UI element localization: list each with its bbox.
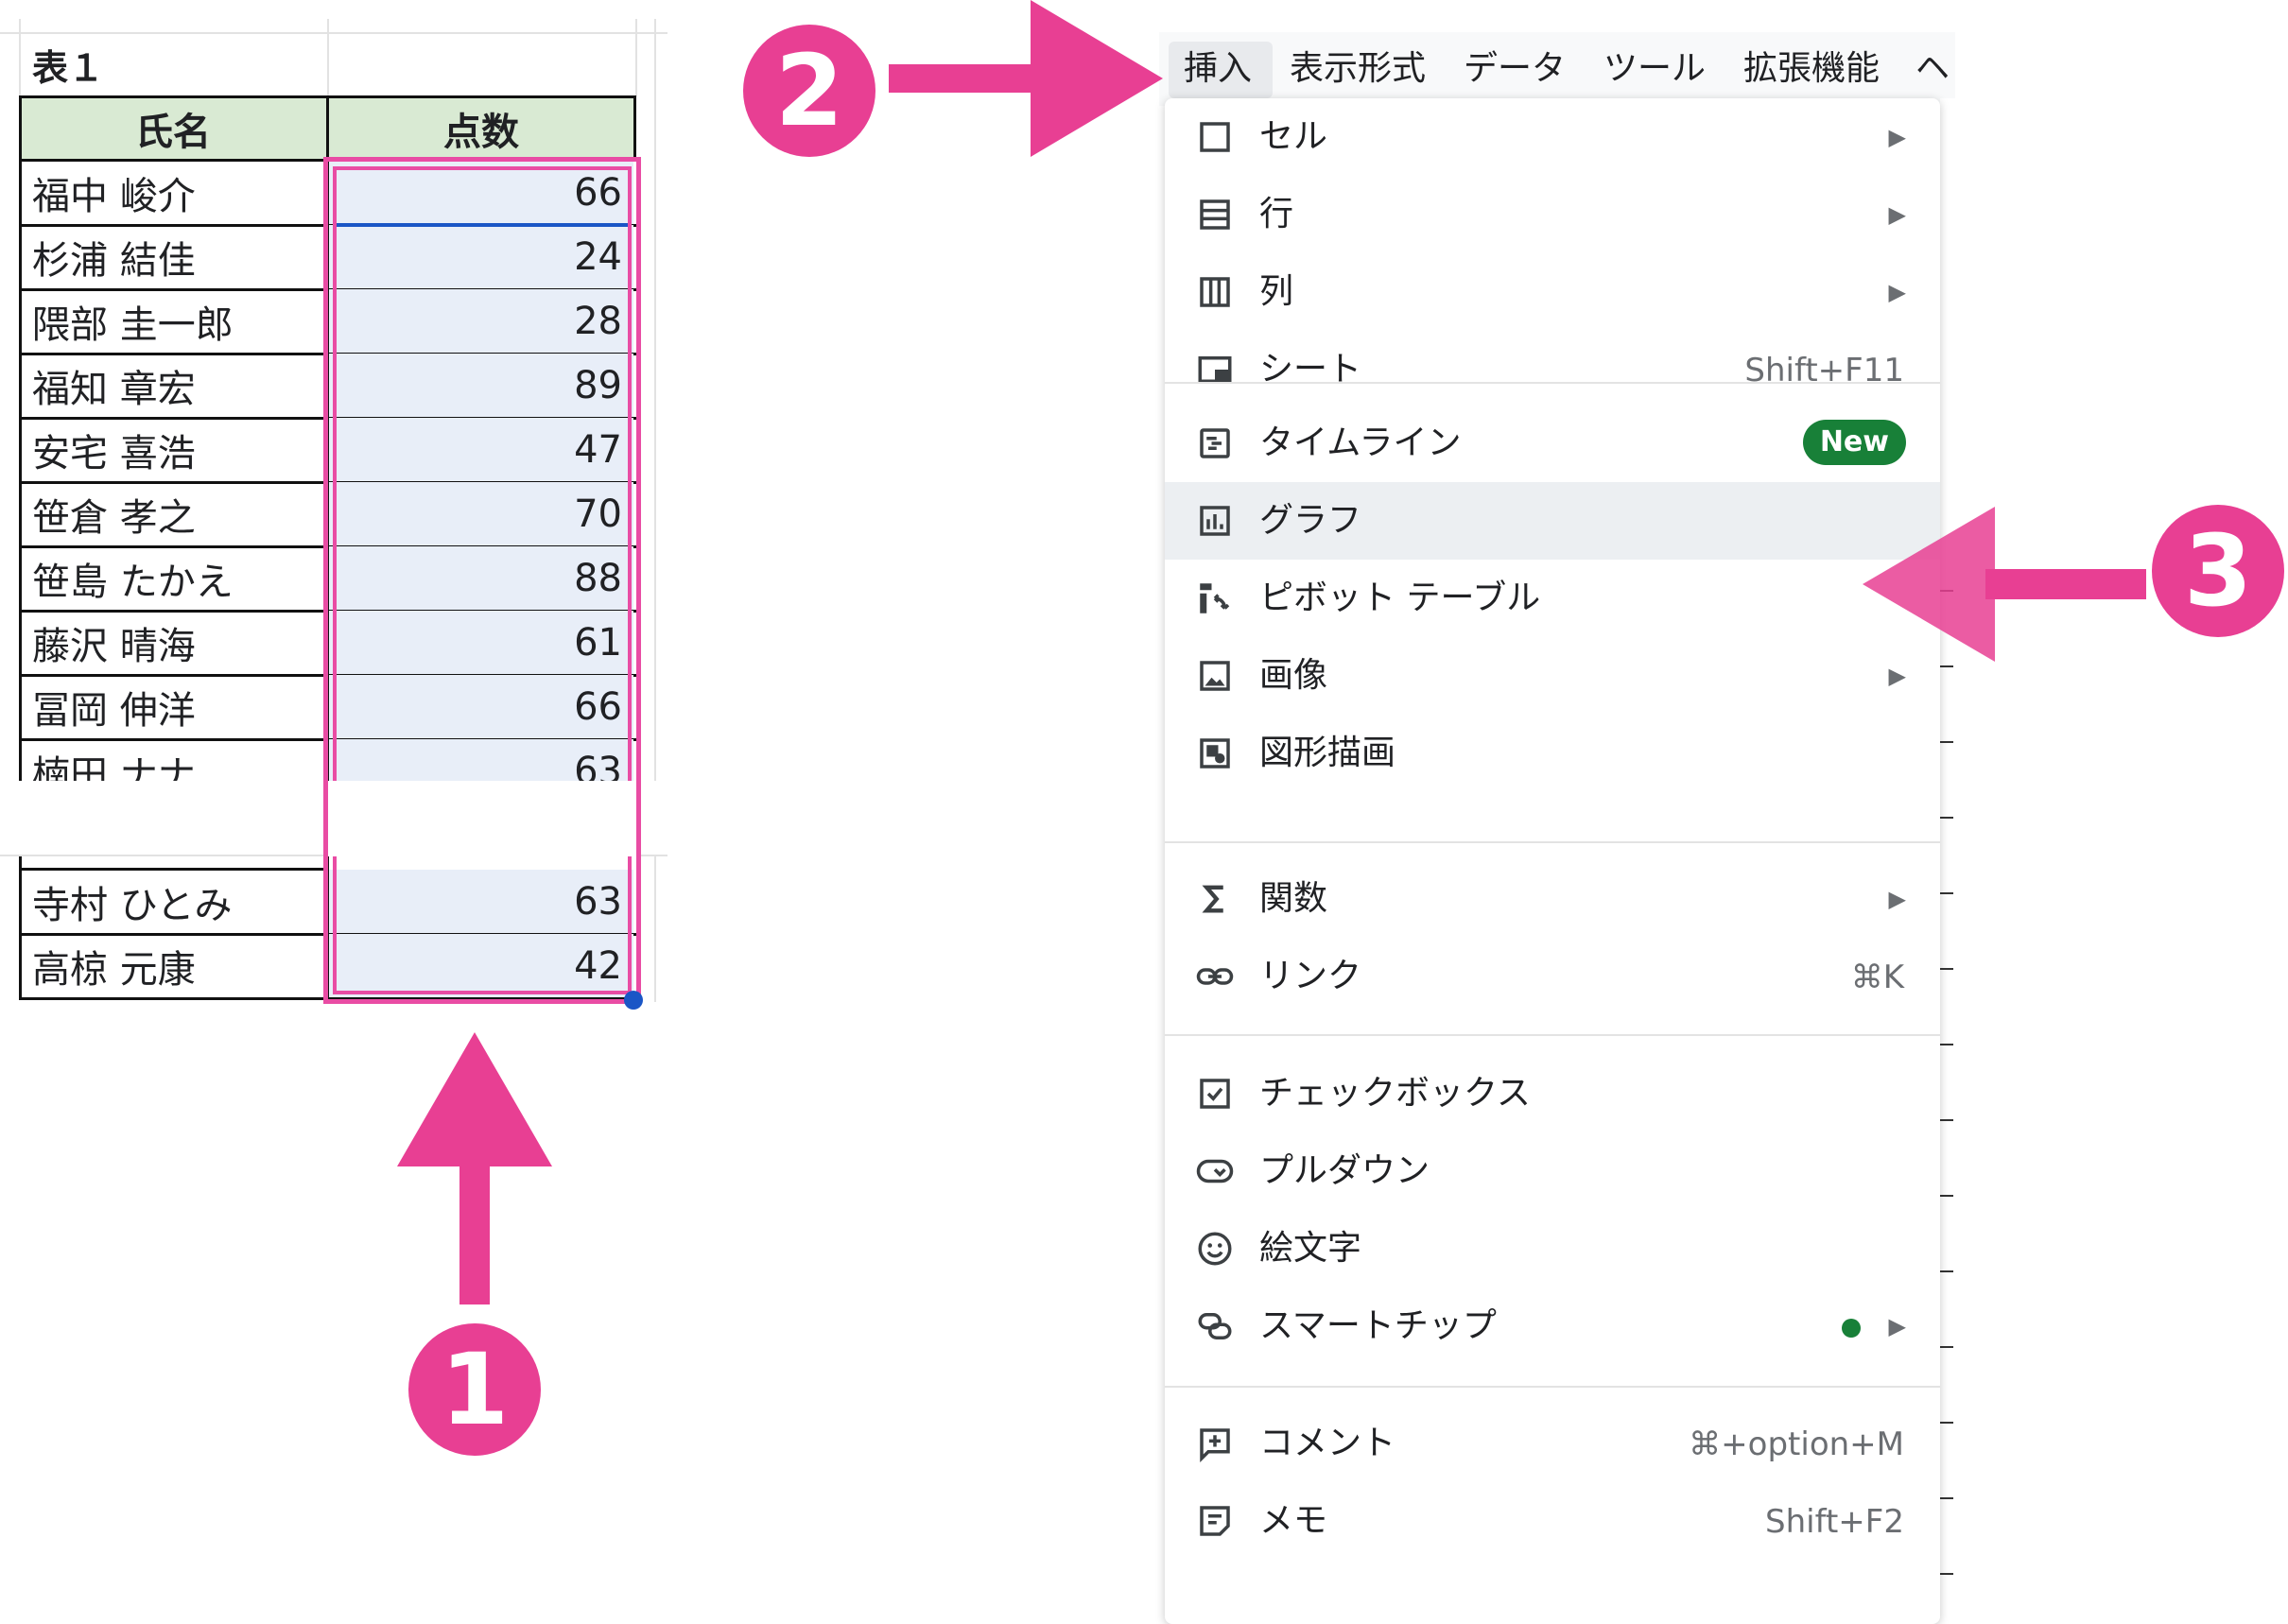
menu-help[interactable]: ヘ [1915,47,1950,91]
image-icon [1195,656,1235,696]
insert-menu-dropdown: セル ▶ 行 ▶ 列 ▶ シート Shift+F11 タイムライン New グラフ ピボット テーブル… [1165,98,1940,1624]
pivot-table-icon [1195,579,1235,618]
name-cell[interactable]: 杉浦 結佳 [19,225,326,289]
column-icon [1195,272,1235,312]
timeline-icon [1195,423,1235,463]
menu-item-note[interactable]: メモ Shift+F2 [1165,1482,1940,1560]
submenu-arrow-icon: ▶ [1888,279,1906,305]
menu-item-smart-chip[interactable]: スマートチップ ▶ [1165,1287,1940,1365]
menu-item-label: リンク [1259,957,1362,995]
menu-item-dropdown[interactable]: プルダウン [1165,1132,1940,1210]
menu-item-cell[interactable]: セル ▶ [1165,98,1940,176]
menu-item-sigma[interactable]: 関数 ▶ [1165,860,1940,938]
name-cell[interactable]: 安宅 喜浩 [19,418,326,482]
menu-separator [1165,1386,1940,1388]
menu-item-emoji[interactable]: 絵文字 [1165,1210,1940,1287]
annotation-badge-2: 2 [743,25,875,157]
menu-separator [1165,841,1940,843]
menu-separator [1165,1034,1940,1036]
dropdown-icon [1195,1151,1235,1191]
menu-item-label: ピボット テーブル [1259,579,1541,617]
menu-item-label: 絵文字 [1259,1229,1362,1268]
menu-item-label: コメント [1259,1424,1396,1462]
submenu-arrow-icon: ▶ [1888,201,1906,228]
menu-insert[interactable]: 挿入 [1184,47,1252,91]
menu-item-image[interactable]: 画像 ▶ [1165,637,1940,715]
name-cell[interactable]: 福知 章宏 [19,354,326,418]
menu-item-comment[interactable]: コメント ⌘+option+M [1165,1405,1940,1482]
menu-separator [1165,382,1940,384]
menu-item-link[interactable]: リンク ⌘K [1165,938,1940,1015]
menu-item-label: 図形描画 [1259,734,1396,772]
menu-item-timeline[interactable]: タイムライン New [1165,405,1940,482]
status-dot [1842,1319,1861,1338]
selection-inner-highlight [333,166,632,994]
menu-item-label: グラフ [1259,501,1362,540]
checkbox-icon [1195,1074,1235,1114]
menu-item-label: プルダウン [1259,1151,1430,1190]
menu-item-label: チェックボックス [1259,1074,1531,1113]
row-icon [1195,195,1235,234]
menu-data[interactable]: データ [1464,47,1566,91]
name-cell[interactable]: 笹倉 孝之 [19,482,326,546]
menu-item-drawing[interactable]: 図形描画 [1165,715,1940,792]
menu-item-label: 列 [1259,272,1294,311]
drawing-icon [1195,734,1235,773]
menu-bar: 挿入 表示形式 データ ツール 拡張機能 ヘ [1159,32,1955,106]
menu-item-pivot-table[interactable]: ピボット テーブル [1165,560,1940,637]
emoji-icon [1195,1229,1235,1269]
fill-handle[interactable] [624,991,643,1010]
name-cell[interactable]: 冨岡 伸洋 [19,675,326,739]
menu-item-sheet[interactable]: シート Shift+F11 [1165,331,1940,408]
menu-item-checkbox[interactable]: チェックボックス [1165,1055,1940,1132]
annotation-badge-1: 1 [408,1323,541,1456]
menu-item-label: 関数 [1259,879,1328,918]
comment-icon [1195,1424,1235,1463]
annotation-badge-3: 3 [2152,505,2284,637]
menu-item-label: メモ [1259,1501,1328,1540]
name-cell[interactable]: 高椋 元康 [19,934,326,998]
cell-icon [1195,117,1235,157]
submenu-arrow-icon: ▶ [1888,124,1906,150]
annotation-arrow-3 [1863,507,2146,662]
menu-item-label: 画像 [1259,656,1328,695]
underlying-sheet-edge [1940,98,1955,1624]
menu-item-chart[interactable]: グラフ [1165,482,1940,560]
name-cell[interactable]: 藤沢 晴海 [19,611,326,675]
name-cell[interactable]: 寺村 ひとみ [19,870,326,934]
menu-item-label: シート [1259,350,1362,389]
table-caption: 表１ [32,47,105,89]
shortcut-hint: Shift+F11 [1744,352,1904,389]
name-cell[interactable]: 福中 峻介 [19,161,326,225]
annotation-arrow-1 [397,1032,552,1304]
annotation-arrow-2 [889,0,1163,157]
menu-item-label: スマートチップ [1259,1306,1497,1345]
new-badge: New [1802,420,1906,465]
header-cell-score[interactable]: 点数 [327,96,635,161]
shortcut-hint: ⌘+option+M [1689,1425,1904,1463]
name-cell[interactable]: 笹島 たかえ [19,546,326,611]
note-icon [1195,1501,1235,1541]
shortcut-hint: Shift+F2 [1765,1503,1904,1541]
name-cell[interactable]: 隈部 圭一郎 [19,289,326,354]
menu-item-row[interactable]: 行 ▶ [1165,176,1940,253]
menu-item-label: タイムライン [1259,423,1462,462]
chart-icon [1195,501,1235,541]
submenu-arrow-icon: ▶ [1888,886,1906,912]
link-icon [1195,957,1235,996]
smart-chip-icon [1195,1306,1235,1346]
menu-item-label: セル [1259,117,1328,156]
spreadsheet-area: 表１ 氏名 点数 福中 峻介 66 杉浦 結佳 24 隈部 圭一郎 28 福知 章宏 89 安宅… [0,0,681,1021]
submenu-arrow-icon: ▶ [1888,1313,1906,1339]
sigma-icon [1195,879,1235,919]
menu-item-label: 行 [1259,195,1294,233]
menu-tools[interactable]: ツール [1603,47,1706,91]
menu-extensions[interactable]: 拡張機能 [1743,47,1880,91]
menu-item-column[interactable]: 列 ▶ [1165,253,1940,331]
shortcut-hint: ⌘K [1850,959,1904,996]
menu-format[interactable]: 表示形式 [1290,47,1426,91]
header-cell-name[interactable]: 氏名 [19,96,327,161]
